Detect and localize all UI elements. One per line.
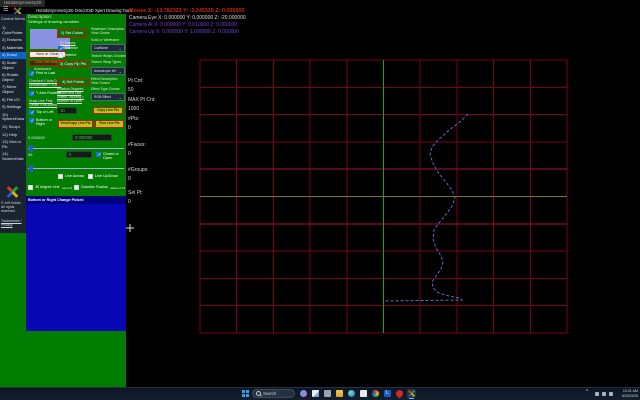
copilot-icon[interactable] xyxy=(300,390,307,397)
file-explorer-icon[interactable] xyxy=(336,390,343,397)
taskbar-search[interactable]: Search xyxy=(252,389,295,398)
taskbar xyxy=(0,387,640,400)
network-icon[interactable] xyxy=(595,392,599,396)
language-icon[interactable] xyxy=(609,392,613,396)
photos-app-icon[interactable] xyxy=(360,390,367,397)
edge-browser-icon[interactable] xyxy=(348,390,355,397)
tray-hidden-icons-caret[interactable]: ^ xyxy=(586,390,588,396)
paint-app-icon[interactable] xyxy=(372,390,379,397)
drawing-canvas[interactable] xyxy=(0,0,640,400)
volume-icon[interactable] xyxy=(602,392,606,396)
app-icon-gray[interactable] xyxy=(324,390,331,397)
hot3ds-app-icon[interactable] xyxy=(408,390,415,397)
l-app-icon[interactable]: L xyxy=(384,390,391,397)
search-label: Search xyxy=(263,391,276,396)
windows-start-button[interactable] xyxy=(242,390,249,397)
taskbar-clock[interactable]: 10:01 AM 8/25/2025 xyxy=(622,389,638,398)
search-icon xyxy=(256,391,261,396)
task-view-icon[interactable] xyxy=(312,390,319,397)
clock-time: 10:01 AM xyxy=(622,389,638,394)
clock-date: 8/25/2025 xyxy=(622,394,638,399)
